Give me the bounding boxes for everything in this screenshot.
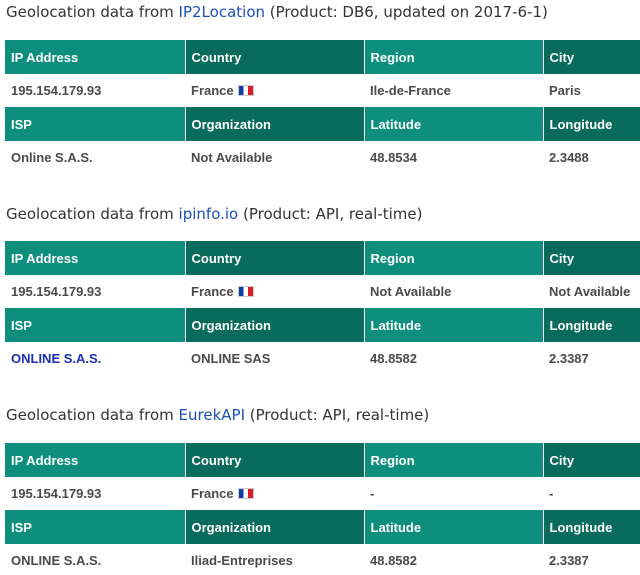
title-prefix: Geolocation data from [6,205,179,223]
isp-value: ONLINE S.A.S. [11,553,102,568]
provider-link-ipinfo[interactable]: ipinfo.io [179,205,239,223]
region-value: Ile-de-France [370,83,451,98]
latitude-value: 48.8582 [370,553,417,568]
header-ip-address: IP Address [5,241,186,275]
geo-table-eurekapi: IP Address Country Region City 195.154.1… [5,443,640,575]
header-row: ISP Organization Latitude Longitude [5,107,640,141]
table-row: ONLINE S.A.S. ONLINE SAS 48.8582 2.3387 [5,342,640,375]
organization-value: Iliad-Entreprises [191,553,293,568]
france-flag-icon [237,286,254,297]
longitude-value: 2.3387 [549,553,589,568]
table-row: 195.154.179.93 France Ile-de-France Pari… [5,74,640,107]
header-row: ISP Organization Latitude Longitude [5,308,640,342]
header-isp: ISP [5,107,186,141]
isp-cell: ONLINE S.A.S. [5,342,185,375]
region-value: Not Available [370,284,452,299]
title-suffix: (Product: DB6, updated on 2017-6-1) [265,3,548,21]
header-region: Region [364,241,544,275]
city-value: Paris [549,83,581,98]
header-region: Region [364,443,544,477]
ip-address-value: 195.154.179.93 [11,284,102,299]
header-isp: ISP [5,308,186,342]
table-row: ONLINE S.A.S. Iliad-Entreprises 48.8582 … [5,544,640,575]
city-value: - [549,486,554,501]
country-value: France [191,486,234,501]
section-title-ipinfo: Geolocation data from ipinfo.io (Product… [6,204,422,224]
section-title-eurekapi: Geolocation data from EurekAPI (Product:… [6,405,429,425]
header-region: Region [364,40,544,74]
header-longitude: Longitude [543,107,640,141]
header-longitude: Longitude [543,308,640,342]
organization-value: ONLINE SAS [191,351,271,366]
country-cell: France [185,477,364,510]
header-row: ISP Organization Latitude Longitude [5,510,640,544]
header-row: IP Address Country Region City [5,40,640,74]
header-latitude: Latitude [364,510,544,544]
longitude-value: 2.3488 [549,150,589,165]
isp-link[interactable]: ONLINE S.A.S. [11,351,101,366]
header-ip-address: IP Address [5,40,186,74]
latitude-value: 48.8582 [370,351,417,366]
section-title-ip2location: Geolocation data from IP2Location (Produ… [6,2,548,22]
header-country: Country [185,443,365,477]
geolocation-page: Geolocation data from IP2Location (Produ… [0,0,640,575]
latitude-value: 48.8534 [370,150,417,165]
provider-link-ip2location[interactable]: IP2Location [179,3,265,21]
longitude-value: 2.3387 [549,351,589,366]
table-row: 195.154.179.93 France - - [5,477,640,510]
title-suffix: (Product: API, real-time) [238,205,423,223]
header-city: City [543,443,640,477]
region-value: - [370,486,375,501]
country-value: France [191,83,234,98]
header-isp: ISP [5,510,186,544]
provider-link-eurekapi[interactable]: EurekAPI [179,406,245,424]
country-value: France [191,284,234,299]
table-row: Online S.A.S. Not Available 48.8534 2.34… [5,141,640,174]
organization-value: Not Available [191,150,273,165]
ip-address-value: 195.154.179.93 [11,486,102,501]
header-row: IP Address Country Region City [5,443,640,477]
header-latitude: Latitude [364,308,544,342]
header-longitude: Longitude [543,510,640,544]
france-flag-icon [237,85,254,96]
header-organization: Organization [185,107,365,141]
country-cell: France [185,275,364,308]
ip-address-value: 195.154.179.93 [11,83,102,98]
table-row: 195.154.179.93 France Not Available Not … [5,275,640,308]
city-value: Not Available [549,284,631,299]
title-prefix: Geolocation data from [6,3,179,21]
header-country: Country [185,241,365,275]
country-cell: France [185,74,364,107]
header-country: Country [185,40,365,74]
geo-table-ipinfo: IP Address Country Region City 195.154.1… [5,241,640,375]
isp-value: Online S.A.S. [11,150,93,165]
france-flag-icon [237,488,254,499]
header-organization: Organization [185,308,365,342]
header-organization: Organization [185,510,365,544]
header-row: IP Address Country Region City [5,241,640,275]
header-city: City [543,241,640,275]
header-latitude: Latitude [364,107,544,141]
geo-table-ip2location: IP Address Country Region City 195.154.1… [5,40,640,174]
title-suffix: (Product: API, real-time) [245,406,430,424]
header-city: City [543,40,640,74]
title-prefix: Geolocation data from [6,406,179,424]
header-ip-address: IP Address [5,443,186,477]
